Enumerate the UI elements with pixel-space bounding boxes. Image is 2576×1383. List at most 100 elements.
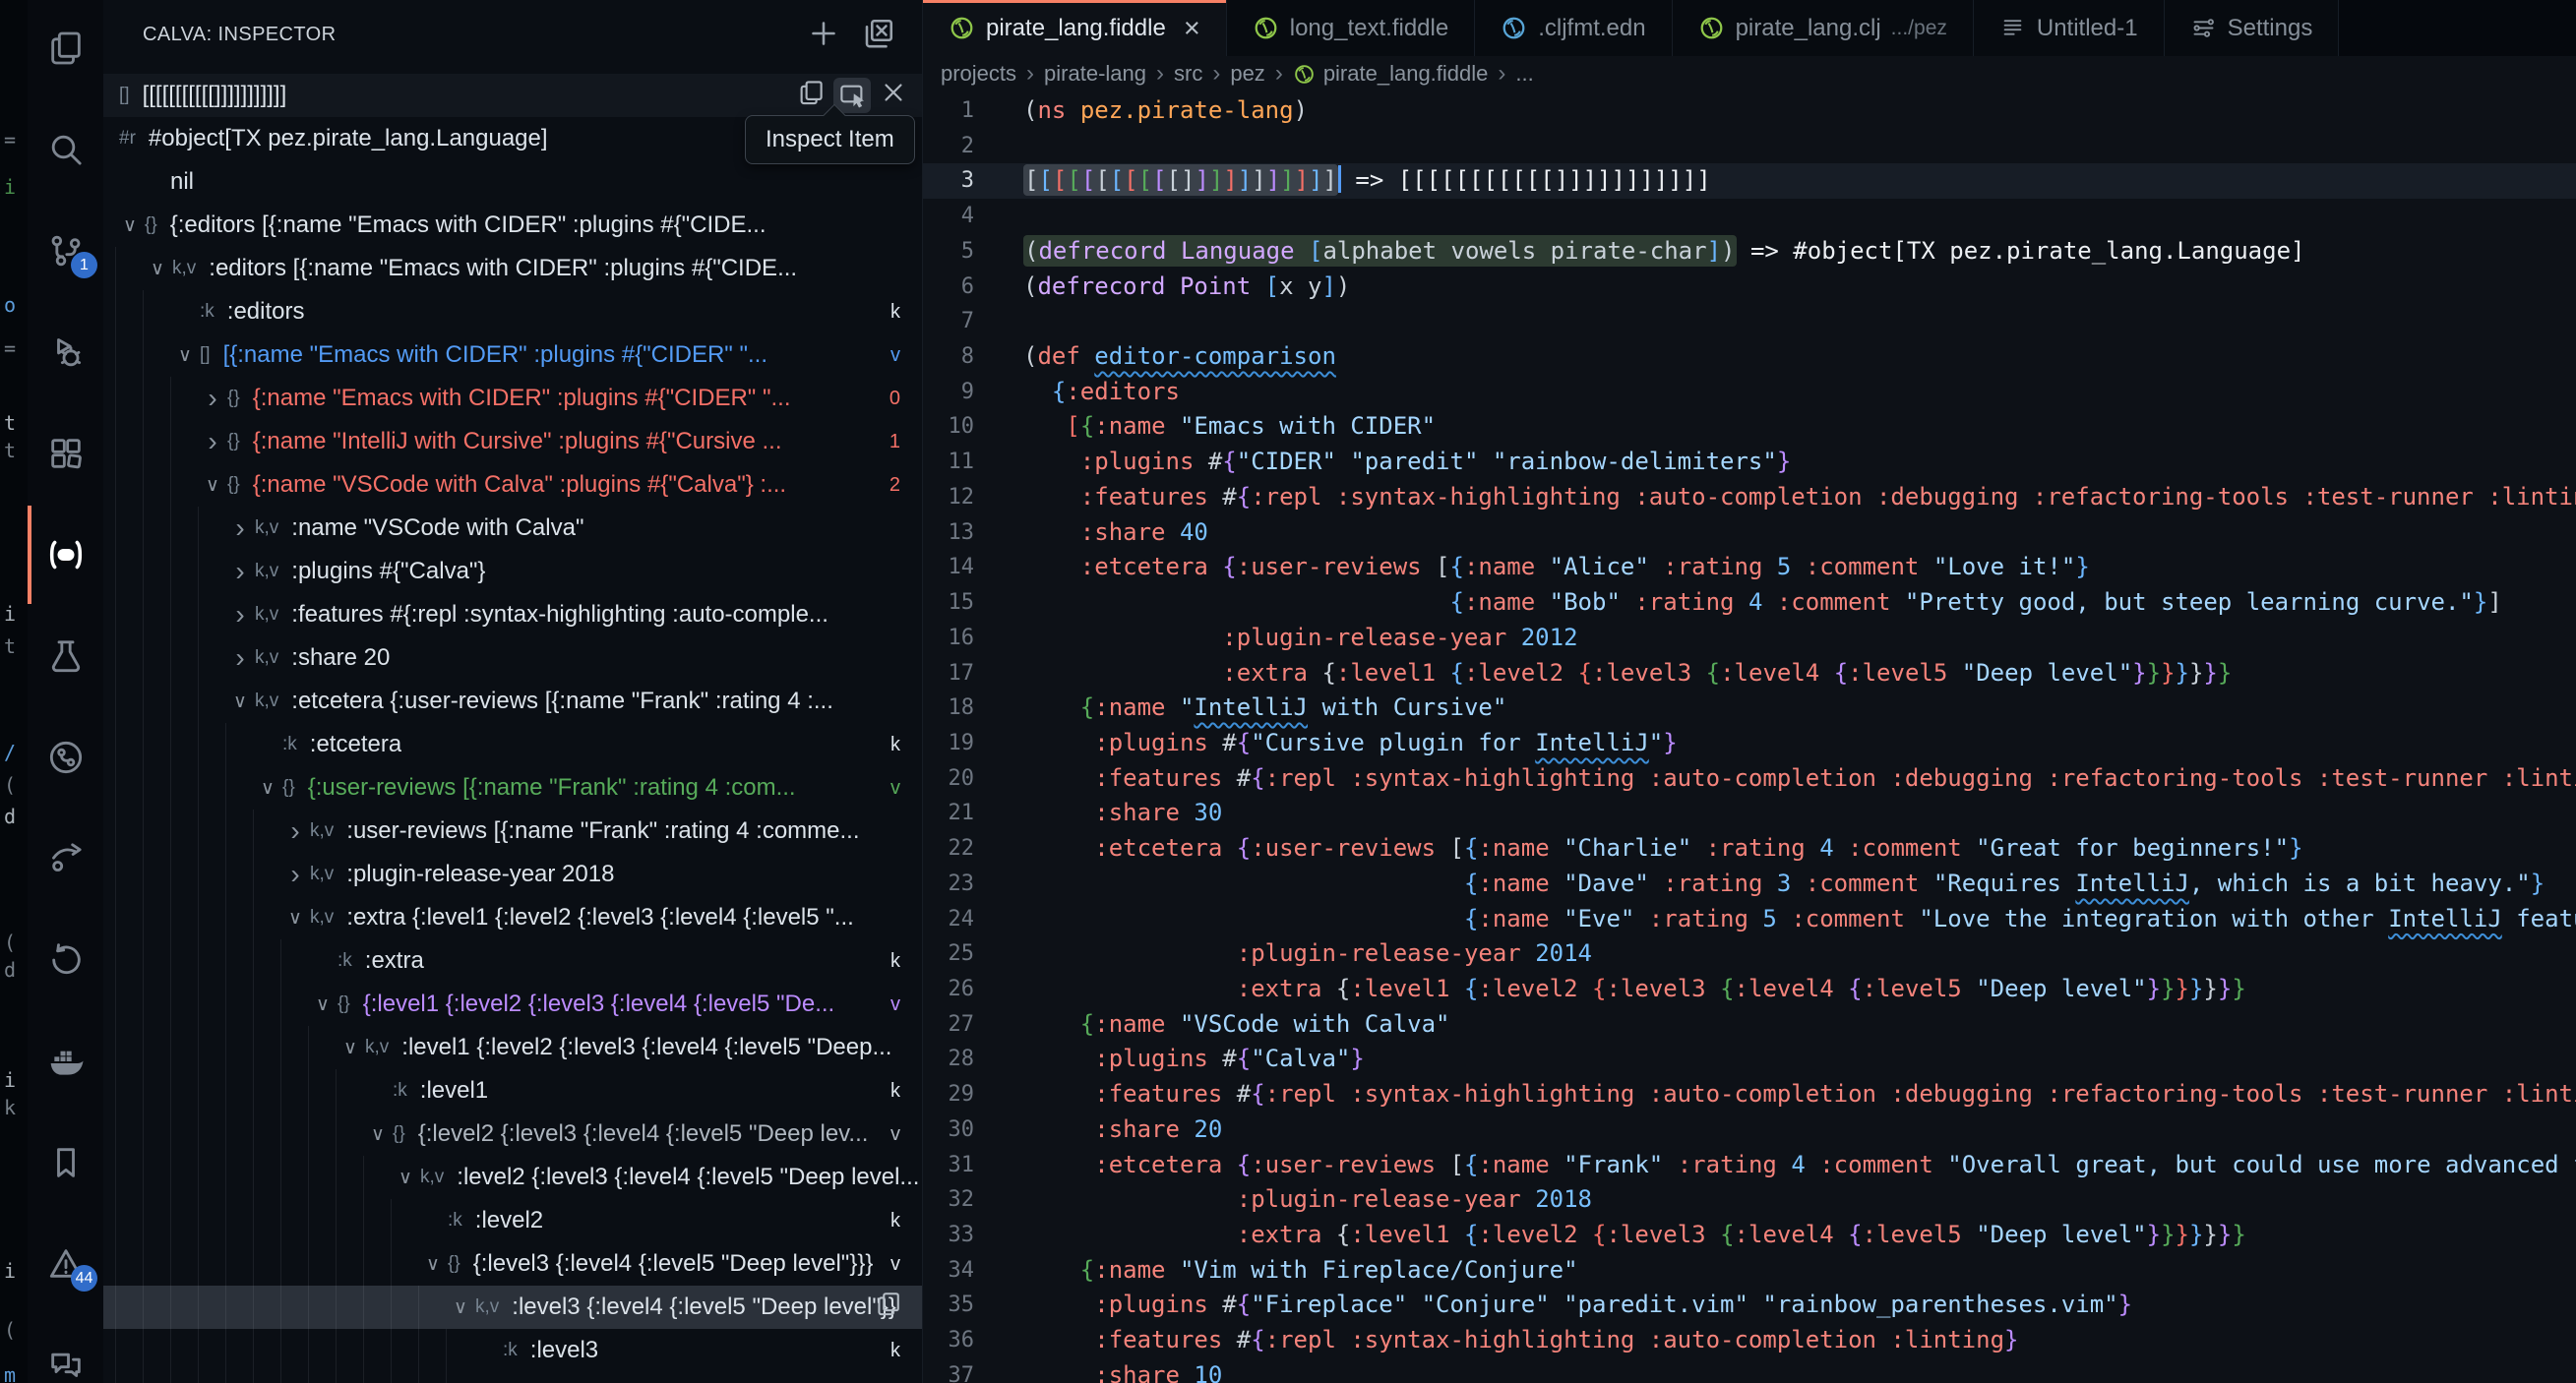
code-token: "Eve" bbox=[1564, 904, 1635, 932]
tree-row[interactable]: ∨{}{:level4 {:level5 "Deep level"}} bbox=[103, 1372, 922, 1383]
code-token: { bbox=[1236, 482, 1252, 511]
value-type-label: k,v bbox=[365, 1037, 390, 1057]
tree-row[interactable]: :k:level1 k bbox=[103, 1069, 922, 1112]
breadcrumb-item[interactable]: pez bbox=[1230, 61, 1264, 87]
chevron-down-icon[interactable]: ∨ bbox=[115, 214, 145, 237]
chevron-down-icon[interactable]: ∨ bbox=[280, 907, 310, 930]
breadcrumb-item[interactable]: pirate-lang bbox=[1044, 61, 1146, 87]
tree-row[interactable]: ∨ k,v:level1 {:level2 {:level3 {:level4 {… bbox=[103, 1026, 922, 1069]
tree-row[interactable]: :k:level3 k bbox=[103, 1329, 922, 1372]
chevron-right-icon[interactable]: › bbox=[225, 558, 255, 585]
chevron-down-icon[interactable]: ∨ bbox=[336, 1037, 365, 1059]
tab-long_text.fiddle[interactable]: long_text.fiddle bbox=[1226, 0, 1476, 56]
tree-row[interactable]: ∨{} {:name "VSCode with Calva" :plugins #… bbox=[103, 463, 922, 507]
activitybar-item-run-debug[interactable] bbox=[28, 329, 103, 376]
activitybar-item-search[interactable] bbox=[28, 126, 103, 173]
add-item-icon[interactable] bbox=[806, 16, 841, 51]
tree-row[interactable]: ∨{} {:level2 {:level3 {:level4 {:level5 "… bbox=[103, 1112, 922, 1156]
chevron-down-icon[interactable]: ∨ bbox=[363, 1123, 393, 1146]
chevron-down-icon[interactable]: ∨ bbox=[446, 1296, 475, 1319]
tree-row[interactable]: ∨{} {:user-reviews [{:name "Frank" :ratin… bbox=[103, 766, 922, 810]
activitybar-item-live-share[interactable] bbox=[28, 835, 103, 882]
tree-row[interactable]: nil bbox=[103, 160, 922, 204]
tree-row[interactable]: ∨{} {:level3 {:level4 {:level5 "Deep leve… bbox=[103, 1242, 922, 1286]
activitybar-item-explorer[interactable] bbox=[28, 25, 103, 72]
activitybar-item-bookmarks[interactable] bbox=[28, 1139, 103, 1186]
chevron-down-icon[interactable]: ∨ bbox=[253, 777, 282, 800]
tree-row[interactable]: :k:etcetera k bbox=[103, 723, 922, 766]
activitybar-item-problems[interactable]: 44 bbox=[28, 1240, 103, 1292]
activitybar-item-git-graph[interactable] bbox=[28, 734, 103, 781]
activitybar-item-comments[interactable] bbox=[28, 1342, 103, 1383]
tree-row[interactable]: ∨ k,v:etcetera {:user-reviews [{:name "Fr… bbox=[103, 680, 922, 723]
chevron-right-icon[interactable]: › bbox=[225, 644, 255, 672]
indent-guide bbox=[143, 420, 170, 463]
tree-row[interactable]: › k,v:user-reviews [{:name "Frank" :ratin… bbox=[103, 810, 922, 853]
value-type-label: {} bbox=[145, 214, 157, 235]
tree-row[interactable]: ∨ k,v:editors [{:name "Emacs with CIDER" … bbox=[103, 247, 922, 290]
kv-badge: v bbox=[890, 776, 900, 799]
chevron-down-icon[interactable]: ∨ bbox=[418, 1253, 448, 1276]
activitybar-item-calva[interactable] bbox=[28, 506, 103, 604]
chevron-right-icon[interactable]: › bbox=[225, 514, 255, 542]
tree-row[interactable]: › k,v:share 20 bbox=[103, 636, 922, 680]
copy-item-icon[interactable] bbox=[796, 78, 826, 114]
tree-row-selected[interactable]: ∨ k,v:level3 {:level4 {:level5 "Deep leve… bbox=[103, 1286, 922, 1329]
tree-row[interactable]: :k:editors k bbox=[103, 290, 922, 333]
tab-pirate_lang.clj[interactable]: pirate_lang.clj .../pez bbox=[1672, 0, 1974, 56]
code-token: ] bbox=[1223, 166, 1238, 195]
tree-row[interactable]: ›{} {:name "Emacs with CIDER" :plugins #{… bbox=[103, 377, 922, 420]
code-token: ( bbox=[1024, 236, 1039, 265]
activitybar-item-testing[interactable] bbox=[28, 632, 103, 680]
tab-Settings[interactable]: Settings bbox=[2164, 0, 2340, 56]
tree-row[interactable]: :k:level2 k bbox=[103, 1199, 922, 1242]
tab-pirate_lang.fiddle[interactable]: pirate_lang.fiddle × bbox=[923, 0, 1227, 56]
tree-row[interactable]: › k,v:plugin-release-year 2018 bbox=[103, 853, 922, 896]
chevron-right-icon[interactable]: › bbox=[198, 385, 227, 412]
breadcrumb-item[interactable]: src bbox=[1174, 61, 1202, 87]
tree-row[interactable]: ∨{} {:level1 {:level2 {:level3 {:level4 {… bbox=[103, 983, 922, 1026]
code-token: 30 bbox=[1194, 799, 1223, 827]
indent-guide bbox=[308, 1112, 336, 1156]
tree-row[interactable]: › k,v:features #{:repl :syntax-highlighti… bbox=[103, 593, 922, 636]
chevron-right-icon[interactable]: › bbox=[280, 817, 310, 845]
tab-.cljfmt.edn[interactable]: .cljfmt.edn bbox=[1475, 0, 1673, 56]
tab-Untitled-1[interactable]: Untitled-1 bbox=[1973, 0, 2165, 56]
tree-row[interactable]: ∨[] [{:name "Emacs with CIDER" :plugins #… bbox=[103, 333, 922, 377]
chevron-down-icon[interactable]: ∨ bbox=[143, 258, 172, 280]
indent-guide bbox=[225, 1286, 253, 1329]
tree-row[interactable]: :k:extra k bbox=[103, 939, 922, 983]
tree-row[interactable]: ∨{} {:editors [{:name "Emacs with CIDER" … bbox=[103, 204, 922, 247]
breadcrumb: projects › pirate-lang › src › pez › pirate_lang… bbox=[923, 56, 2576, 91]
chevron-down-icon[interactable]: ∨ bbox=[391, 1167, 420, 1189]
breadcrumb-item[interactable]: projects bbox=[941, 61, 1016, 87]
tree-row[interactable]: › k,v:name "VSCode with Calva" bbox=[103, 507, 922, 550]
activitybar-item-source-control[interactable]: 1 bbox=[28, 227, 103, 278]
close-icon[interactable]: × bbox=[1184, 14, 1200, 42]
clear-all-icon[interactable] bbox=[861, 16, 896, 51]
chevron-right-icon[interactable]: › bbox=[198, 428, 227, 455]
chevron-right-icon[interactable]: › bbox=[280, 861, 310, 888]
chevron-down-icon[interactable]: ∨ bbox=[170, 344, 200, 367]
remove-item-icon[interactable] bbox=[879, 78, 908, 114]
tree-row[interactable]: [] [[[[[[[[[[[]]]]]]]]]]] bbox=[103, 74, 922, 117]
activitybar-item-extensions[interactable] bbox=[28, 430, 103, 477]
edge-text-fragment: o bbox=[4, 293, 17, 317]
tree-row[interactable]: › k,v:plugins #{"Calva"} bbox=[103, 550, 922, 593]
activitybar-item-timeline[interactable] bbox=[28, 936, 103, 984]
copy-item-icon[interactable] bbox=[874, 1290, 902, 1325]
tree-row[interactable]: ∨ k,v:level2 {:level3 {:level4 {:level5 "… bbox=[103, 1156, 922, 1199]
activitybar-item-docker[interactable] bbox=[28, 1038, 103, 1085]
tree-row[interactable]: ∨ k,v:extra {:level1 {:level2 {:level3 {:… bbox=[103, 896, 922, 939]
chevron-right-icon[interactable]: › bbox=[225, 601, 255, 629]
breadcrumb-item[interactable]: pirate_lang.fiddle bbox=[1323, 61, 1489, 87]
breadcrumb-item[interactable]: ... bbox=[1515, 61, 1533, 87]
code-token: { bbox=[1321, 658, 1336, 687]
chevron-down-icon[interactable]: ∨ bbox=[198, 474, 227, 497]
tree-row[interactable]: ›{} {:name "IntelliJ with Cursive" :plugi… bbox=[103, 420, 922, 463]
chevron-down-icon[interactable]: ∨ bbox=[225, 691, 255, 713]
code-editor[interactable]: 1 (ns pez.pirate-lang) 2 3[[[[[[[[[[[]]]]]]… bbox=[923, 93, 2576, 1383]
chevron-down-icon[interactable]: ∨ bbox=[308, 993, 337, 1016]
